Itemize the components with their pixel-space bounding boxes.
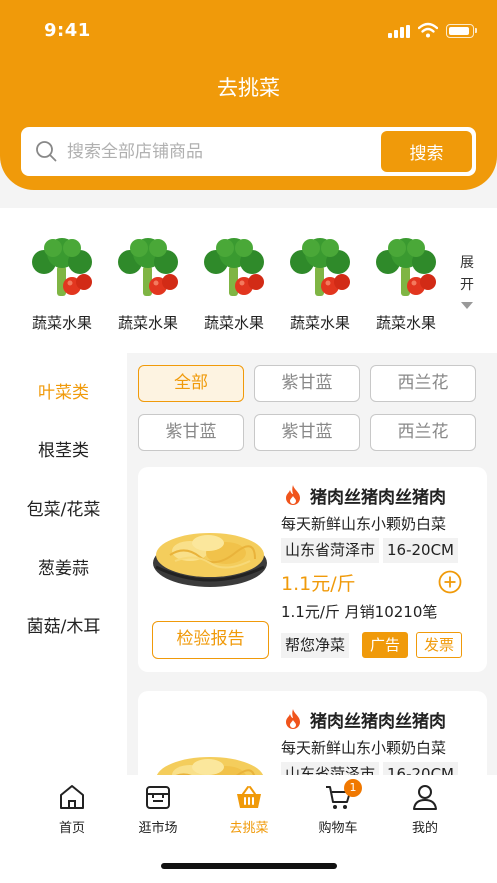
broccoli-image	[118, 238, 178, 296]
sidebar-item-leafy[interactable]: 叶菜类	[0, 378, 127, 403]
filter-chip[interactable]: 西兰花	[370, 414, 476, 451]
sidebar-item-roots[interactable]: 根茎类	[0, 436, 127, 461]
add-to-cart-icon[interactable]	[438, 570, 462, 594]
battery-icon	[446, 24, 477, 38]
product-image	[156, 757, 264, 775]
service-tag: 帮您净菜	[281, 633, 350, 658]
user-icon	[413, 785, 437, 810]
sidebar-item-aromatics[interactable]: 葱姜蒜	[0, 554, 127, 579]
category-sidebar: 叶菜类 根茎类 包菜/花菜 葱姜蒜 菌菇/木耳	[0, 353, 127, 775]
product-sales: 1.1元/斤 月销10210笔	[281, 603, 438, 621]
wifi-icon	[418, 22, 438, 38]
tab-label: 去挑菜	[229, 821, 269, 836]
tab-label: 首页	[58, 821, 85, 836]
product-description: 每天新鲜山东小颗奶白菜	[281, 515, 447, 533]
tab-home[interactable]: 首页	[32, 783, 112, 836]
invoice-tag: 发票	[416, 632, 463, 658]
ad-tag: 广告	[362, 632, 409, 658]
origin-tag: 山东省菏泽市	[281, 762, 380, 775]
filter-chip[interactable]: 紫甘蓝	[254, 365, 360, 402]
category-item[interactable]: 蔬菜水果	[108, 236, 188, 333]
search-bar: 搜索	[21, 127, 476, 176]
category-label: 蔬菜水果	[31, 314, 92, 332]
broccoli-image	[290, 238, 350, 296]
category-item[interactable]: 蔬菜水果	[194, 236, 274, 333]
product-list: 全部 紫甘蓝 西兰花 紫甘蓝 紫甘蓝 西兰花 检验报告 猪肉丝猪肉丝猪肉 每天新…	[127, 353, 497, 775]
product-price: 1.1元/斤	[281, 573, 356, 595]
category-item[interactable]: 蔬菜水果	[22, 236, 102, 333]
expand-label: 开	[460, 277, 474, 293]
cart-badge: 1	[344, 779, 362, 797]
status-time: 9:41	[44, 20, 91, 41]
home-indicator	[161, 863, 337, 869]
category-item[interactable]: 蔬菜水果	[280, 236, 360, 333]
broccoli-image	[376, 238, 436, 296]
category-item[interactable]: 蔬菜水果	[366, 236, 446, 333]
sidebar-item-mushrooms[interactable]: 菌菇/木耳	[0, 612, 127, 637]
product-image	[153, 533, 267, 587]
sidebar-item-cabbage[interactable]: 包菜/花菜	[0, 495, 127, 520]
basket-icon	[237, 786, 261, 808]
origin-tag: 山东省菏泽市	[281, 538, 380, 563]
broccoli-image	[32, 238, 92, 296]
product-title: 猪肉丝猪肉丝猪肉	[310, 712, 446, 732]
filter-chip-all[interactable]: 全部	[138, 365, 244, 402]
category-label: 蔬菜水果	[203, 314, 264, 332]
tab-pick-vegetables[interactable]: 去挑菜	[209, 783, 289, 836]
tab-label: 我的	[411, 821, 438, 836]
filter-chip[interactable]: 紫甘蓝	[254, 414, 360, 451]
product-title: 猪肉丝猪肉丝猪肉	[310, 488, 446, 508]
chevron-down-icon	[461, 302, 473, 309]
search-input[interactable]	[67, 127, 367, 176]
header: 9:41 去挑菜 搜索	[0, 0, 497, 190]
tab-label: 逛市场	[138, 821, 178, 836]
store-icon	[146, 786, 170, 809]
bottom-tab-bar: 首页 逛市场 去挑菜 1 购物车 我的	[0, 775, 497, 883]
tab-label: 购物车	[318, 821, 358, 836]
expand-label: 展	[460, 255, 474, 271]
fire-icon	[286, 709, 300, 729]
inspection-report-button[interactable]: 检验报告	[152, 621, 269, 659]
tab-profile[interactable]: 我的	[385, 783, 465, 836]
page-title: 去挑菜	[217, 76, 280, 100]
filter-chip[interactable]: 紫甘蓝	[138, 414, 244, 451]
filter-chip[interactable]: 西兰花	[370, 365, 476, 402]
expand-button[interactable]: 展 开	[459, 252, 475, 309]
broccoli-image	[204, 238, 264, 296]
fire-icon	[286, 485, 300, 505]
tab-market[interactable]: 逛市场	[118, 783, 198, 836]
product-card[interactable]: 检验报告 猪肉丝猪肉丝猪肉 每天新鲜山东小颗奶白菜 山东省菏泽市 16-20CM…	[138, 467, 487, 672]
size-tag: 16-20CM	[383, 762, 459, 775]
search-button[interactable]: 搜索	[381, 131, 472, 172]
size-tag: 16-20CM	[383, 538, 459, 563]
signal-icon	[388, 25, 412, 38]
category-label: 蔬菜水果	[117, 314, 178, 332]
tab-cart[interactable]: 1 购物车	[298, 779, 378, 836]
product-card[interactable]: 猪肉丝猪肉丝猪肉 每天新鲜山东小颗奶白菜 山东省菏泽市 16-20CM	[138, 691, 487, 775]
home-icon	[60, 785, 84, 809]
search-icon	[36, 141, 57, 162]
category-label: 蔬菜水果	[375, 314, 436, 332]
category-strip: 蔬菜水果 蔬菜水果 蔬菜水果 蔬菜水果 蔬菜水果 展 开	[0, 208, 497, 353]
product-description: 每天新鲜山东小颗奶白菜	[281, 739, 447, 757]
status-bar: 9:41	[0, 0, 497, 60]
category-label: 蔬菜水果	[289, 314, 350, 332]
